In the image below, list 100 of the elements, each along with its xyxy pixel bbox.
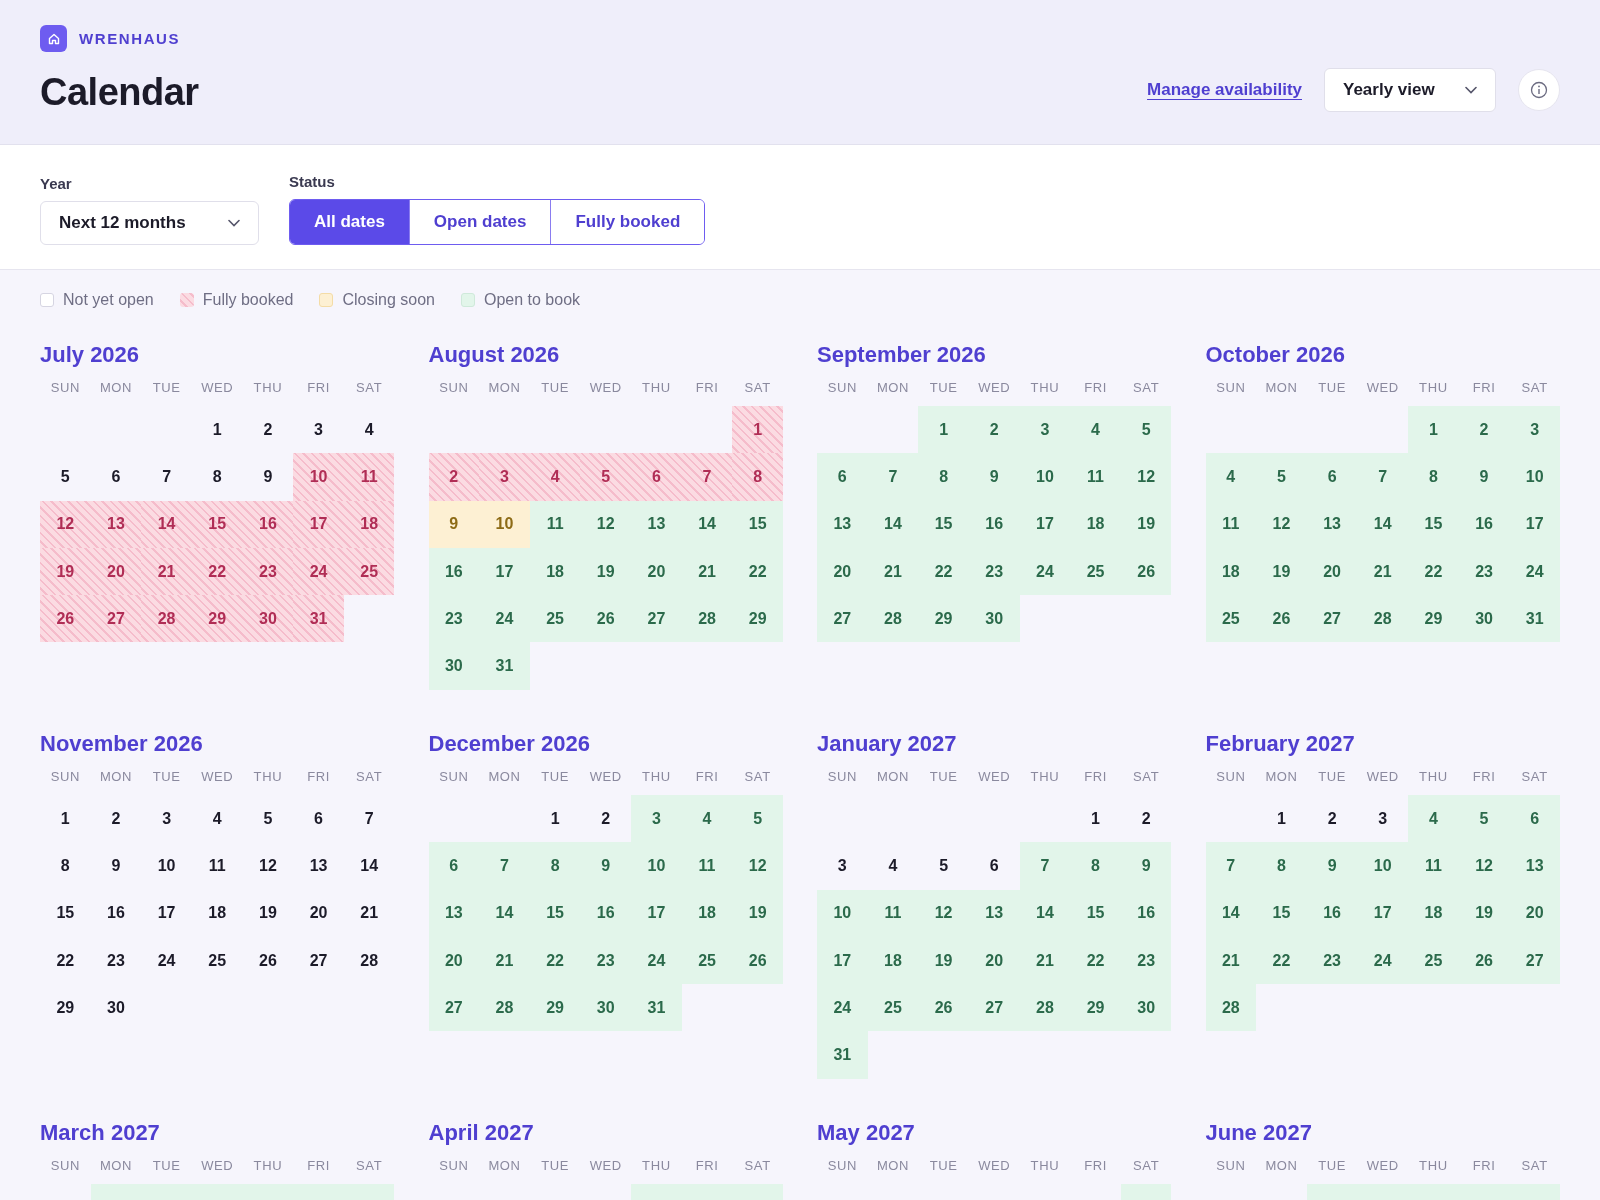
day-cell[interactable]: 15 bbox=[529, 889, 581, 937]
day-cell[interactable]: 27 bbox=[293, 936, 344, 985]
day-cell[interactable]: 31 bbox=[293, 595, 344, 643]
day-cell[interactable]: 3 bbox=[1509, 406, 1560, 454]
day-cell[interactable]: 16 bbox=[580, 889, 632, 937]
day-cell[interactable]: 1 bbox=[918, 406, 969, 454]
day-cell[interactable]: 13 bbox=[968, 889, 1020, 937]
day-cell[interactable]: 29 bbox=[40, 984, 91, 1032]
day-cell[interactable]: 25 bbox=[343, 547, 395, 596]
day-cell[interactable]: 27 bbox=[428, 984, 480, 1032]
day-cell[interactable]: 7 bbox=[867, 453, 919, 501]
day-cell[interactable]: 14 bbox=[479, 889, 530, 937]
day-cell[interactable]: 30 bbox=[242, 595, 294, 643]
day-cell[interactable]: 10 bbox=[1357, 842, 1409, 890]
day-cell[interactable]: 11 bbox=[1408, 842, 1459, 890]
day-cell[interactable]: 17 bbox=[1509, 500, 1560, 548]
day-cell[interactable]: 12 bbox=[918, 889, 969, 937]
day-cell[interactable]: 27 bbox=[1509, 936, 1560, 985]
day-cell[interactable]: 28 bbox=[681, 595, 733, 643]
day-cell[interactable]: 12 bbox=[40, 500, 91, 548]
day-cell[interactable]: 5 bbox=[1458, 795, 1510, 843]
day-cell[interactable]: 5 bbox=[732, 795, 783, 843]
day-cell[interactable]: 4 bbox=[1205, 453, 1257, 501]
day-cell[interactable]: 11 bbox=[343, 453, 395, 501]
status-tab[interactable]: All dates bbox=[290, 200, 409, 244]
day-cell[interactable]: 31 bbox=[479, 642, 530, 690]
day-cell[interactable]: 7 bbox=[681, 453, 733, 501]
day-cell[interactable]: 20 bbox=[817, 547, 868, 596]
day-cell[interactable]: 7 bbox=[1205, 842, 1257, 890]
info-button[interactable] bbox=[1518, 69, 1560, 111]
day-cell[interactable]: 2 bbox=[242, 406, 294, 454]
day-cell[interactable]: 21 bbox=[867, 547, 919, 596]
day-cell[interactable]: 22 bbox=[1408, 547, 1459, 596]
day-cell[interactable]: 6 bbox=[428, 842, 480, 890]
day-cell[interactable]: 23 bbox=[968, 547, 1020, 596]
day-cell[interactable]: 16 bbox=[90, 889, 142, 937]
day-cell[interactable]: 13 bbox=[631, 500, 682, 548]
day-cell[interactable]: 22 bbox=[1070, 936, 1121, 985]
day-cell[interactable]: 26 bbox=[1256, 595, 1307, 643]
day-cell[interactable]: 23 bbox=[1120, 936, 1172, 985]
day-cell[interactable]: 10 bbox=[293, 453, 344, 501]
day-cell[interactable]: 15 bbox=[1070, 889, 1121, 937]
day-cell[interactable]: 4 bbox=[1070, 406, 1121, 454]
day-cell[interactable]: 12 bbox=[1256, 500, 1307, 548]
day-cell[interactable]: 26 bbox=[40, 595, 91, 643]
day-cell[interactable]: 7 bbox=[1019, 842, 1071, 890]
day-cell[interactable]: 25 bbox=[1408, 936, 1459, 985]
day-cell[interactable]: 20 bbox=[631, 547, 682, 596]
day-cell[interactable]: 2 bbox=[90, 795, 142, 843]
day-cell[interactable]: 6 bbox=[817, 453, 868, 501]
day-cell[interactable]: 18 bbox=[529, 547, 581, 596]
day-cell[interactable]: 23 bbox=[428, 595, 480, 643]
day-cell[interactable]: 21 bbox=[1205, 936, 1257, 985]
day-cell[interactable]: 11 bbox=[191, 842, 243, 890]
day-cell[interactable]: 18 bbox=[191, 889, 243, 937]
day-cell[interactable]: 11 bbox=[1205, 500, 1257, 548]
day-cell[interactable]: 3 bbox=[1019, 406, 1071, 454]
day-cell[interactable]: 22 bbox=[191, 547, 243, 596]
day-cell[interactable]: 8 bbox=[191, 453, 243, 501]
day-cell[interactable]: 31 bbox=[817, 1031, 868, 1079]
day-cell[interactable]: 23 bbox=[90, 936, 142, 985]
day-cell[interactable]: 26 bbox=[732, 936, 783, 985]
day-cell[interactable]: 26 bbox=[1120, 547, 1172, 596]
day-cell[interactable]: 29 bbox=[529, 984, 581, 1032]
day-cell[interactable]: 1 bbox=[191, 406, 243, 454]
day-cell[interactable]: 14 bbox=[1205, 889, 1257, 937]
day-cell[interactable]: 26 bbox=[918, 984, 969, 1032]
day-cell[interactable]: 1 bbox=[40, 795, 91, 843]
day-cell[interactable]: 23 bbox=[1306, 936, 1358, 985]
day-cell[interactable]: 25 bbox=[191, 936, 243, 985]
day-cell[interactable]: 11 bbox=[529, 500, 581, 548]
day-cell[interactable]: 8 bbox=[732, 453, 783, 501]
day-cell[interactable]: 24 bbox=[631, 936, 682, 985]
day-cell[interactable]: 22 bbox=[732, 547, 783, 596]
day-cell[interactable]: 24 bbox=[479, 595, 530, 643]
year-dropdown[interactable]: Next 12 months bbox=[40, 201, 259, 245]
day-cell[interactable]: 6 bbox=[1306, 453, 1358, 501]
day-cell[interactable]: 18 bbox=[1205, 547, 1257, 596]
day-cell[interactable]: 19 bbox=[1458, 889, 1510, 937]
day-cell[interactable]: 10 bbox=[479, 500, 530, 548]
day-cell[interactable]: 18 bbox=[1408, 889, 1459, 937]
day-cell[interactable]: 21 bbox=[1019, 936, 1071, 985]
view-dropdown[interactable]: Yearly view bbox=[1324, 68, 1496, 112]
day-cell[interactable]: 2 bbox=[1306, 795, 1358, 843]
day-cell[interactable]: 22 bbox=[1256, 936, 1307, 985]
day-cell[interactable]: 15 bbox=[1256, 889, 1307, 937]
day-cell[interactable]: 5 bbox=[1120, 406, 1172, 454]
day-cell[interactable]: 26 bbox=[580, 595, 632, 643]
day-cell[interactable]: 2 bbox=[1120, 795, 1172, 843]
day-cell[interactable]: 3 bbox=[479, 453, 530, 501]
day-cell[interactable]: 23 bbox=[242, 547, 294, 596]
day-cell[interactable]: 17 bbox=[631, 889, 682, 937]
day-cell[interactable]: 16 bbox=[1458, 500, 1510, 548]
day-cell[interactable]: 11 bbox=[681, 842, 733, 890]
day-cell[interactable]: 22 bbox=[40, 936, 91, 985]
day-cell[interactable]: 16 bbox=[1120, 889, 1172, 937]
day-cell[interactable]: 23 bbox=[580, 936, 632, 985]
day-cell[interactable]: 3 bbox=[817, 842, 868, 890]
day-cell[interactable]: 8 bbox=[1256, 842, 1307, 890]
day-cell[interactable]: 7 bbox=[141, 453, 192, 501]
